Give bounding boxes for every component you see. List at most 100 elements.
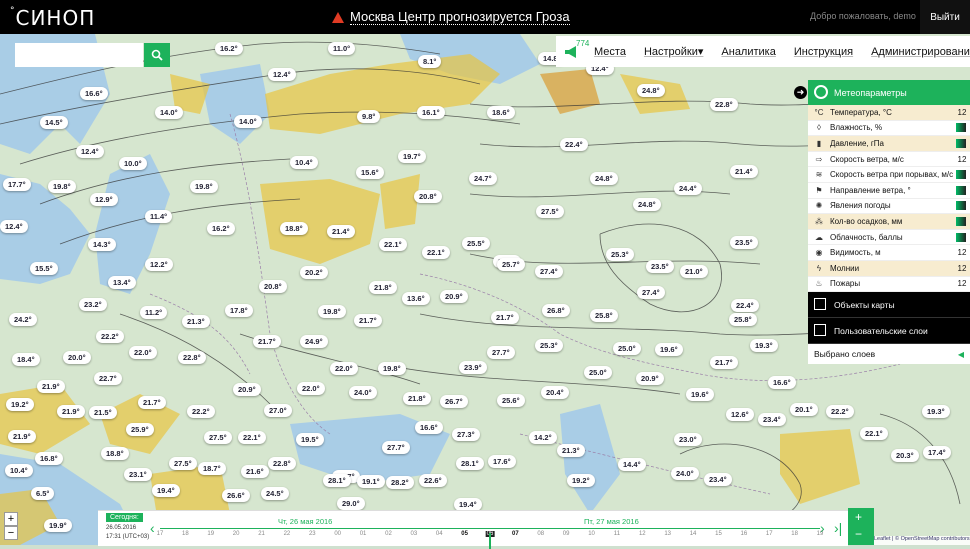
temperature-label[interactable]: 12.9° [90,193,118,206]
temperature-label[interactable]: 10.0° [119,157,147,170]
layer-row[interactable]: ⇨ Скорость ветра, м/с 12 [808,152,970,168]
temperature-label[interactable]: 20.4° [541,386,569,399]
zoom-out-button[interactable]: − [4,526,18,540]
layer-row[interactable]: ✺ Явления погоды [808,199,970,215]
logo[interactable]: °СИНОП [10,6,95,30]
hour-tick[interactable]: 08 [537,531,544,537]
layer-row[interactable]: °C Температура, °C 12 [808,105,970,121]
hour-tick[interactable]: 10 [588,531,595,537]
panel-header[interactable]: ➜ Метеопараметры [794,80,970,105]
hour-tick[interactable]: 18 [182,531,189,537]
temperature-label[interactable]: 27.3° [452,428,480,441]
menu-analytics[interactable]: Аналитика [721,46,775,58]
temperature-label[interactable]: 19.3° [922,405,950,418]
temperature-label[interactable]: 22.2° [826,405,854,418]
hour-tick[interactable]: 07 [512,531,519,537]
temperature-label[interactable]: 27.5° [169,457,197,470]
temperature-label[interactable]: 24.4° [674,182,702,195]
hour-tick[interactable]: 19 [207,531,214,537]
temperature-label[interactable]: 24.8° [633,198,661,211]
temperature-label[interactable]: 19.2° [567,474,595,487]
temperature-label[interactable]: 25.5° [462,237,490,250]
search-button[interactable] [144,43,170,67]
temperature-label[interactable]: 25.3° [606,248,634,261]
timeline-track[interactable] [160,528,820,529]
temperature-label[interactable]: 16.2° [207,222,235,235]
timeline-prev-button[interactable]: ‹ [150,520,155,536]
temperature-label[interactable]: 12.2° [145,258,173,271]
collapse-arrow-icon[interactable]: ➜ [794,86,807,99]
temperature-label[interactable]: 21.9° [37,380,65,393]
temperature-label[interactable]: 14.0° [234,115,262,128]
temperature-label[interactable]: 12.6° [726,408,754,421]
hour-tick[interactable]: 12 [639,531,646,537]
temperature-label[interactable]: 28.2° [386,476,414,489]
hour-tick[interactable]: 16 [741,531,748,537]
temperature-label[interactable]: 19.8° [48,180,76,193]
temperature-label[interactable]: 25.9° [126,423,154,436]
temperature-label[interactable]: 19.9° [44,519,72,532]
temperature-label[interactable]: 11.2° [140,306,168,319]
temperature-label[interactable]: 21.7° [253,335,281,348]
temperature-label[interactable]: 18.8° [101,447,129,460]
user-layers-section[interactable]: Пользовательские слои [808,318,970,345]
temperature-label[interactable]: 21.7° [138,396,166,409]
layer-row[interactable]: ▮ Давление, гПа [808,136,970,152]
temperature-label[interactable]: 19.6° [655,343,683,356]
temperature-label[interactable]: 23.5° [730,236,758,249]
temperature-label[interactable]: 12.4° [76,145,104,158]
temperature-label[interactable]: 20.3° [891,449,919,462]
temperature-label[interactable]: 24.2° [9,313,37,326]
temperature-label[interactable]: 24.5° [261,487,289,500]
hour-tick[interactable]: 02 [385,531,392,537]
temperature-label[interactable]: 16.2° [215,42,243,55]
temperature-label[interactable]: 25.0° [584,366,612,379]
time-zoom-out-button[interactable]: − [855,527,862,541]
temperature-label[interactable]: 27.5° [204,431,232,444]
temperature-label[interactable]: 17.6° [488,455,516,468]
temperature-label[interactable]: 21.8° [403,392,431,405]
temperature-label[interactable]: 11.4° [145,210,173,223]
temperature-label[interactable]: 22.1° [238,431,266,444]
layer-row[interactable]: ≋ Скорость ветра при порывах, м/с [808,167,970,183]
temperature-label[interactable]: 22.1° [860,427,888,440]
notifications-button[interactable]: 774 [564,39,589,58]
hour-tick[interactable]: 19 [817,531,824,537]
temperature-label[interactable]: 11.0° [328,42,356,55]
temperature-label[interactable]: 24.9° [300,335,328,348]
hour-tick[interactable]: 17 [766,531,773,537]
temperature-label[interactable]: 20.9° [440,290,468,303]
temperature-label[interactable]: 27.7° [487,346,515,359]
temperature-label[interactable]: 19.5° [296,433,324,446]
temperature-label[interactable]: 22.8° [710,98,738,111]
hour-tick[interactable]: 09 [563,531,570,537]
temperature-label[interactable]: 18.4° [12,353,40,366]
temperature-label[interactable]: 22.2° [187,405,215,418]
temperature-label[interactable]: 24.7° [469,172,497,185]
temperature-label[interactable]: 25.8° [729,313,757,326]
temperature-label[interactable]: 23.1° [124,468,152,481]
temperature-label[interactable]: 14.4° [618,458,646,471]
temperature-label[interactable]: 19.7° [398,150,426,163]
search-input[interactable] [15,43,143,67]
temperature-label[interactable]: 25.3° [535,339,563,352]
logout-button[interactable]: Выйти [920,0,970,34]
temperature-label[interactable]: 13.4° [108,276,136,289]
layer-row[interactable]: ☁ Облачность, баллы [808,230,970,246]
temperature-label[interactable]: 17.8° [225,304,253,317]
temperature-label[interactable]: 20.2° [300,266,328,279]
temperature-label[interactable]: 25.0° [613,342,641,355]
temperature-label[interactable]: 16.6° [415,421,443,434]
hour-tick[interactable]: 04 [436,531,443,537]
temperature-label[interactable]: 15.5° [30,262,58,275]
timeline-end-button[interactable]: ›| [834,520,842,536]
temperature-label[interactable]: 23.2° [79,298,107,311]
temperature-label[interactable]: 20.9° [233,383,261,396]
temperature-label[interactable]: 19.8° [378,362,406,375]
temperature-label[interactable]: 6.5° [31,487,55,500]
temperature-label[interactable]: 20.9° [636,372,664,385]
temperature-label[interactable]: 27.7° [382,441,410,454]
temperature-label[interactable]: 23.4° [704,473,732,486]
temperature-label[interactable]: 22.0° [330,362,358,375]
temperature-label[interactable]: 25.7° [497,258,525,271]
